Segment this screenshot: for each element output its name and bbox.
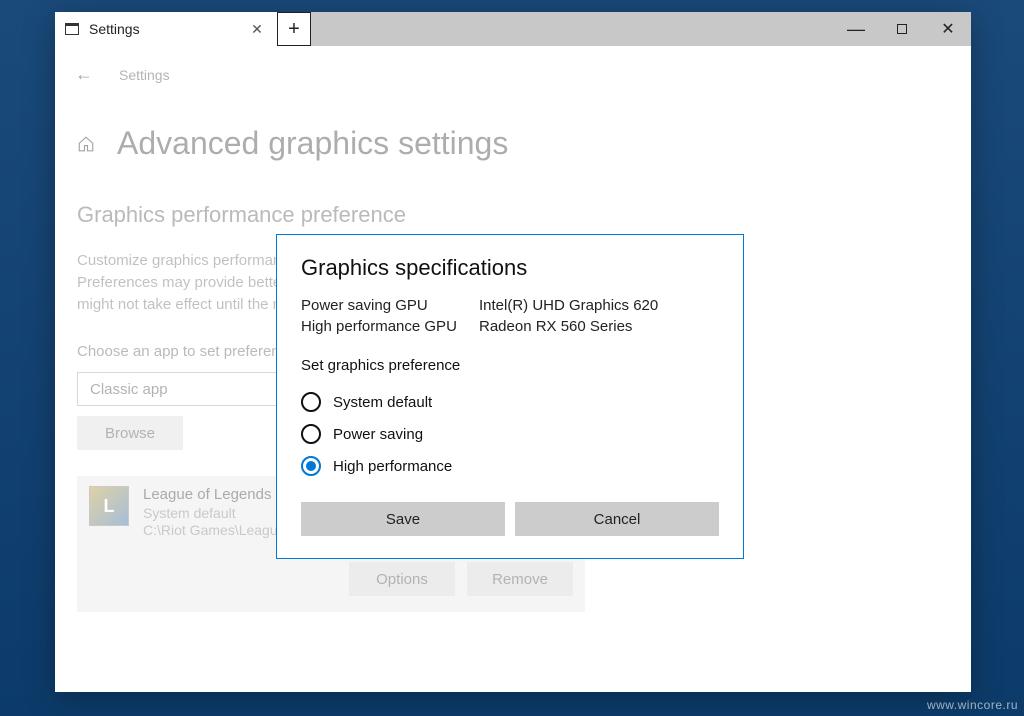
page-title: Advanced graphics settings (117, 125, 508, 162)
gpu-table: Power saving GPU Intel(R) UHD Graphics 6… (301, 295, 719, 337)
breadcrumb-label: Settings (119, 67, 170, 83)
radio-label: High performance (333, 458, 452, 475)
titlebar: Settings ✕ + — ✕ (55, 12, 971, 46)
back-button[interactable]: ← (75, 64, 93, 85)
tab-settings[interactable]: Settings ✕ (55, 12, 277, 46)
close-tab-button[interactable]: ✕ (247, 21, 267, 38)
power-saving-gpu-value: Intel(R) UHD Graphics 620 (479, 295, 658, 316)
window-controls: — ✕ (833, 12, 971, 46)
radio-icon (301, 392, 321, 412)
dialog-title: Graphics specifications (301, 255, 719, 281)
new-tab-button[interactable]: + (277, 12, 311, 46)
close-window-button[interactable]: ✕ (925, 12, 971, 46)
minimize-button[interactable]: — (833, 12, 879, 46)
watermark: www.wincore.ru (927, 698, 1018, 712)
section-heading: Graphics performance preference (77, 202, 951, 228)
radio-group: System default Power saving High perform… (301, 386, 719, 482)
page-header: Advanced graphics settings (55, 85, 971, 162)
radio-label: Power saving (333, 426, 423, 443)
remove-button[interactable]: Remove (467, 562, 573, 596)
maximize-button[interactable] (879, 12, 925, 46)
home-icon[interactable] (77, 135, 95, 153)
radio-icon (301, 424, 321, 444)
radio-power-saving[interactable]: Power saving (301, 418, 719, 450)
radio-system-default[interactable]: System default (301, 386, 719, 418)
options-button[interactable]: Options (349, 562, 455, 596)
high-performance-gpu-value: Radeon RX 560 Series (479, 316, 632, 337)
set-preference-label: Set graphics preference (301, 357, 719, 374)
app-icon (65, 23, 79, 35)
radio-icon (301, 456, 321, 476)
app-item-icon: L (89, 486, 129, 526)
browse-button[interactable]: Browse (77, 416, 183, 450)
radio-label: System default (333, 394, 432, 411)
power-saving-gpu-label: Power saving GPU (301, 295, 465, 316)
content: ← Settings Advanced graphics settings Gr… (55, 46, 971, 692)
tab-title: Settings (89, 21, 140, 37)
save-button[interactable]: Save (301, 502, 505, 536)
graphics-specifications-dialog: Graphics specifications Power saving GPU… (276, 234, 744, 559)
high-performance-gpu-label: High performance GPU (301, 316, 465, 337)
settings-window: Settings ✕ + — ✕ ← Settings Advanced gra… (55, 12, 971, 692)
breadcrumb: ← Settings (55, 46, 971, 85)
cancel-button[interactable]: Cancel (515, 502, 719, 536)
dropdown-value: Classic app (90, 381, 168, 398)
radio-high-performance[interactable]: High performance (301, 450, 719, 482)
